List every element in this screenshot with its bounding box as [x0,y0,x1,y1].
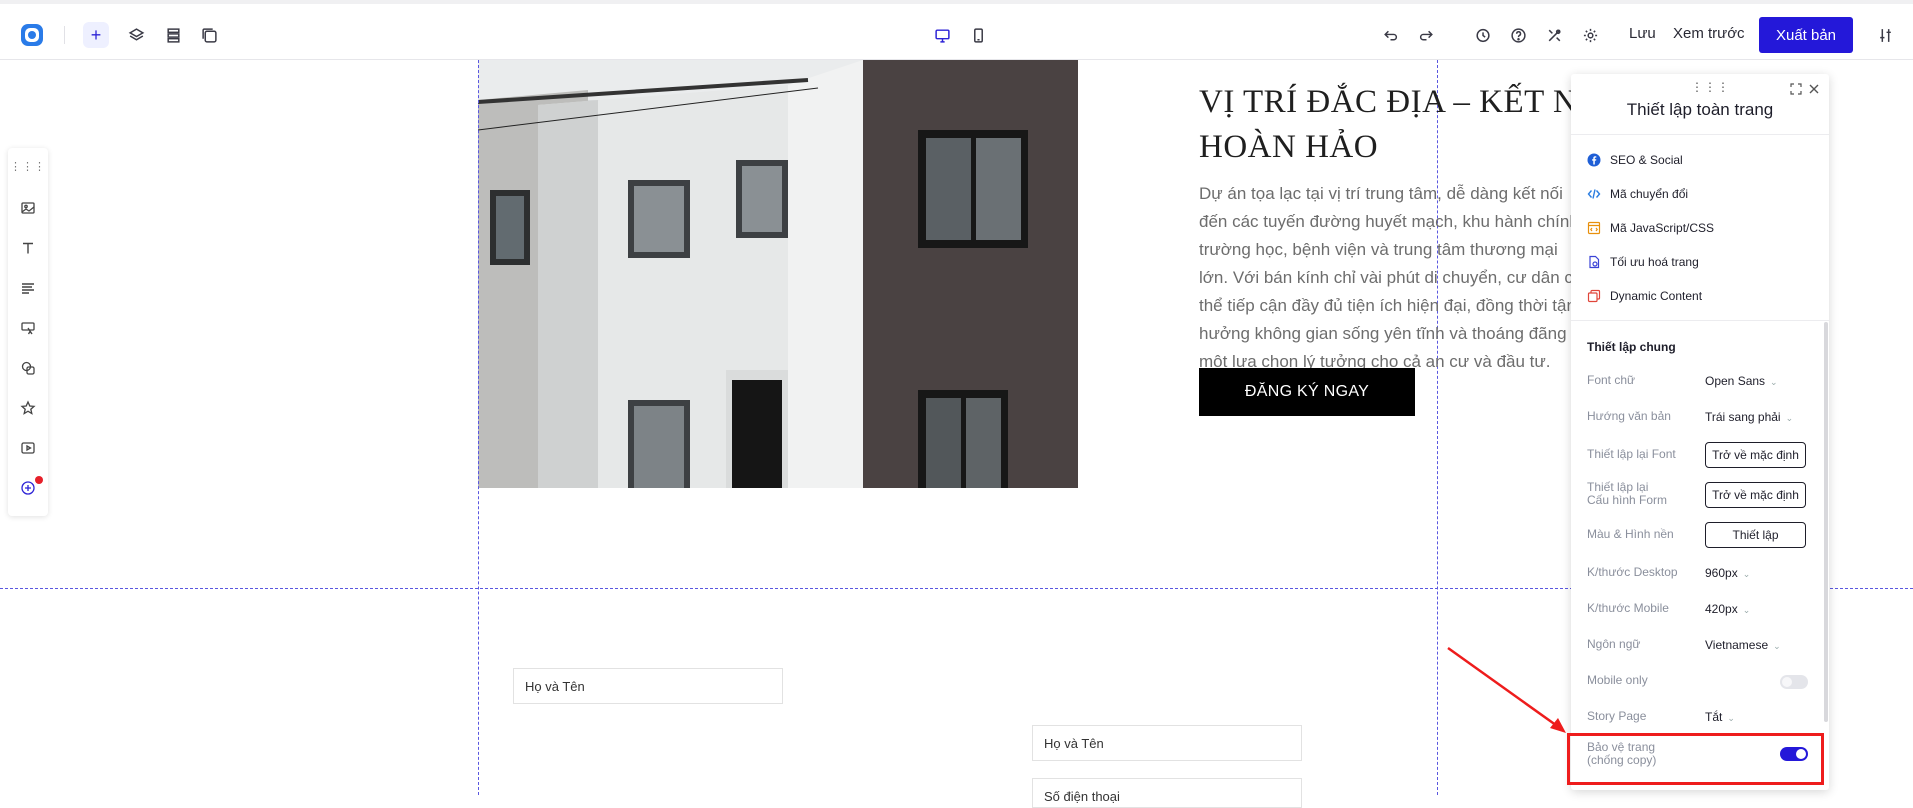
close-icon[interactable] [1807,82,1821,96]
menu-conversion-code[interactable]: Mã chuyển đổi [1587,184,1688,204]
undo-icon[interactable] [1377,22,1403,48]
add-element-button[interactable]: + [83,22,109,48]
dynamic-content-icon [1587,289,1601,303]
chevron-down-icon: ⌄ [1770,377,1778,387]
hero-building-image[interactable] [478,60,1078,488]
background-setup-button[interactable]: Thiết lập [1705,522,1806,548]
paragraph-icon[interactable] [18,278,38,298]
panel-divider [1571,320,1829,321]
drag-handle-icon[interactable]: ⋮⋮⋮ [10,156,45,176]
publish-button[interactable]: Xuất bản [1759,17,1853,53]
expand-icon[interactable] [1789,82,1803,96]
background-label: Màu & Hình nền [1587,527,1674,541]
chevron-down-icon: ⌄ [1742,605,1751,615]
video-icon[interactable] [18,438,38,458]
tools-icon[interactable] [1541,22,1567,48]
annotation-arrow-icon [1447,646,1566,733]
sections-icon[interactable] [160,22,186,48]
reset-form-button[interactable]: Trở về mặc định [1705,482,1806,508]
chevron-down-icon: ⌄ [1742,569,1751,579]
menu-js-css[interactable]: Mã JavaScript/CSS [1587,218,1714,238]
chevron-down-icon: ⌄ [1785,413,1794,423]
file-code-icon [1587,221,1601,235]
toggle-knob [1782,677,1792,687]
mobile-view-icon[interactable] [965,22,991,48]
desktop-size-label: K/thước Desktop [1587,565,1678,579]
name-field-2[interactable]: Họ và Tên [1032,725,1302,761]
story-page-label: Story Page [1587,709,1647,723]
chevron-down-icon: ⌄ [1727,713,1735,723]
story-page-select[interactable]: Tắt ⌄ [1705,710,1735,724]
image-icon[interactable] [18,198,38,218]
reset-font-button[interactable]: Trở về mặc định [1705,442,1806,468]
language-select[interactable]: Vietnamese ⌄ [1705,638,1781,652]
menu-item-label: Dynamic Content [1610,289,1703,303]
font-value: Open Sans [1705,374,1766,388]
preview-button[interactable]: Xem trước [1673,25,1745,42]
element-toolbar: ⋮⋮⋮ [8,148,48,516]
notification-dot [35,476,43,484]
text-direction-value: Trái sang phải [1705,410,1781,424]
menu-item-label: Mã JavaScript/CSS [1610,221,1715,235]
page-optimize-icon [1587,255,1601,269]
mobile-size-label: K/thước Mobile [1587,601,1669,615]
code-icon [1587,187,1601,201]
mobile-only-label: Mobile only [1587,673,1648,687]
panel-divider [1571,134,1829,135]
history-icon[interactable] [1469,22,1495,48]
reset-font-label: Thiết lập lại Font [1587,447,1676,461]
desktop-view-icon[interactable] [929,22,955,48]
shapes-icon[interactable] [18,358,38,378]
star-icon[interactable] [18,398,38,418]
reset-form-label: Thiết lập lại Cấu hình Form [1587,480,1668,507]
font-label: Font chữ [1587,373,1636,387]
help-icon[interactable] [1505,22,1531,48]
story-page-value: Tắt [1705,710,1723,724]
menu-item-label: SEO & Social [1610,153,1683,167]
language-value: Vietnamese [1705,638,1769,652]
name-field[interactable]: Họ và Tên [513,668,783,704]
app-logo-icon[interactable] [19,22,45,48]
menu-item-label: Tối ưu hoá trang [1610,255,1699,269]
redo-icon[interactable] [1413,22,1439,48]
text-direction-select[interactable]: Trái sang phải ⌄ [1705,410,1793,424]
guide-line-right [1437,60,1438,795]
menu-item-label: Mã chuyển đổi [1610,187,1689,201]
general-settings-title: Thiết lập chung [1587,340,1676,354]
save-button[interactable]: Lưu [1629,25,1656,42]
text-direction-label: Hướng văn bản [1587,409,1671,423]
desktop-size-value: 960px [1705,566,1738,580]
layers-icon[interactable] [123,22,149,48]
hero-paragraph[interactable]: Dự án tọa lạc tại vị trí trung tâm, dễ d… [1199,180,1589,376]
facebook-icon [1587,153,1601,167]
phone-field[interactable]: Số điện thoại [1032,778,1302,808]
mobile-size-select[interactable]: 420px ⌄ [1705,602,1750,616]
panel-drag-handle-icon[interactable]: ⋮⋮⋮ [1691,80,1730,94]
top-toolbar: + Lưu Xem trước Xuất bản [0,0,1913,60]
language-label: Ngôn ngữ [1587,637,1641,651]
menu-page-optimize[interactable]: Tối ưu hoá trang [1587,252,1699,272]
mobile-size-value: 420px [1705,602,1738,616]
panel-scrollbar[interactable] [1824,322,1828,722]
pages-icon[interactable] [196,22,222,48]
text-icon[interactable] [18,238,38,258]
panel-title: Thiết lập toàn trang [1626,100,1774,119]
hero-heading[interactable]: VỊ TRÍ ĐẮC ĐỊA – KẾT NỐI HOÀN HẢO [1199,80,1619,170]
font-select[interactable]: Open Sans ⌄ [1705,374,1778,388]
menu-dynamic-content[interactable]: Dynamic Content [1587,286,1702,306]
settings-gear-icon[interactable] [1577,22,1603,48]
annotation-highlight-box [1567,733,1824,785]
desktop-size-select[interactable]: 960px ⌄ [1705,566,1750,580]
guide-line-left [478,60,479,795]
page-settings-panel: ⋮⋮⋮ Thiết lập toàn trang SEO & Social Mã… [1571,74,1829,790]
chevron-down-icon: ⌄ [1773,641,1781,651]
menu-seo-social[interactable]: SEO & Social [1587,150,1683,170]
adjustments-icon[interactable] [1872,22,1898,48]
register-now-button[interactable]: ĐĂNG KÝ NGAY [1199,368,1415,416]
mobile-only-toggle[interactable] [1780,675,1808,689]
toolbar-divider [64,26,65,44]
button-element-icon[interactable] [18,318,38,338]
